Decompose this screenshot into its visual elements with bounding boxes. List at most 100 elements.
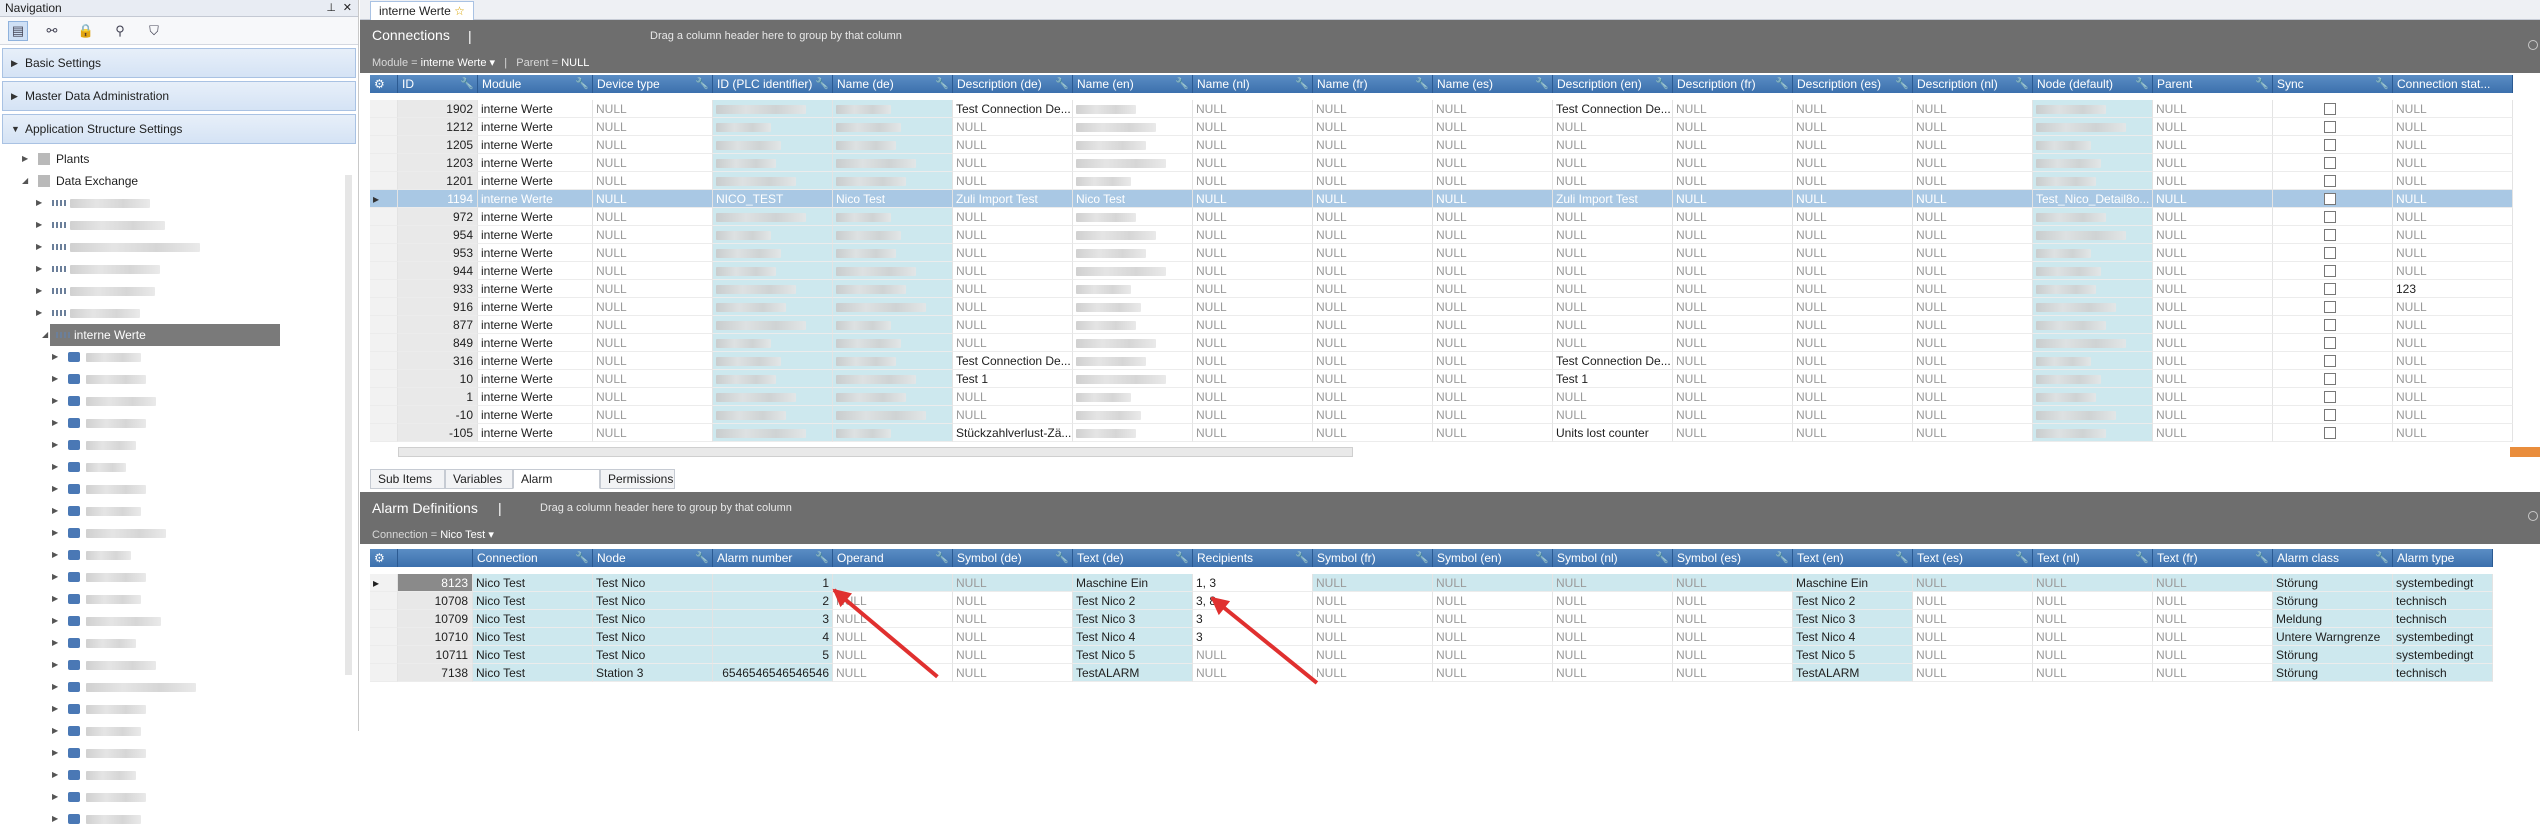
text_en-cell[interactable]: Maschine Ein <box>1793 574 1913 592</box>
column-header[interactable]: Operand 🔧 <box>833 549 953 567</box>
conn-cell[interactable]: NULL <box>2393 298 2513 316</box>
desc_en-cell[interactable]: NULL <box>1553 118 1673 136</box>
id-cell[interactable]: 1902 <box>398 100 478 118</box>
sync-cell[interactable] <box>2273 208 2393 226</box>
expand-icon[interactable]: ▶ <box>36 258 42 280</box>
expand-icon[interactable]: ▶ <box>36 302 42 324</box>
column-header[interactable]: Text (es) 🔧 <box>1913 549 2033 567</box>
id-cell[interactable]: 877 <box>398 316 478 334</box>
tree-item[interactable]: ▶ <box>0 478 340 500</box>
parent-cell[interactable]: NULL <box>2153 370 2273 388</box>
name_fr-cell[interactable]: NULL <box>1313 172 1433 190</box>
conn-cell[interactable]: NULL <box>2393 190 2513 208</box>
sym_de-cell[interactable]: NULL <box>953 574 1073 592</box>
table-row[interactable]: 1 interne Werte NULL NULL NULL NULL NULL NULL NU… <box>370 388 2540 406</box>
row-indicator[interactable] <box>370 118 398 136</box>
text_de-cell[interactable]: TestALARM <box>1073 664 1193 682</box>
column-header[interactable]: Description (es) 🔧 <box>1793 75 1913 93</box>
table-row[interactable]: 1205 interne Werte NULL NULL NULL NULL NULL NUL… <box>370 136 2540 154</box>
name_de-cell[interactable] <box>833 100 953 118</box>
tree-item[interactable]: ▶ <box>0 214 340 236</box>
conn-cell[interactable]: Nico Test <box>473 592 593 610</box>
desc_fr-cell[interactable]: NULL <box>1673 352 1793 370</box>
sym_nl-cell[interactable]: NULL <box>1553 574 1673 592</box>
name_nl-cell[interactable]: NULL <box>1193 316 1313 334</box>
desc_fr-cell[interactable]: NULL <box>1673 208 1793 226</box>
column-header[interactable]: Node (default) 🔧 <box>2033 75 2153 93</box>
name_fr-cell[interactable]: NULL <box>1313 280 1433 298</box>
plc-cell[interactable] <box>713 406 833 424</box>
id-cell[interactable]: 10710 <box>398 628 473 646</box>
desc_en-cell[interactable]: NULL <box>1553 406 1673 424</box>
operand-cell[interactable]: NULL <box>833 646 953 664</box>
name_es-cell[interactable]: NULL <box>1433 136 1553 154</box>
conn-cell[interactable]: NULL <box>2393 424 2513 442</box>
aclass-cell[interactable]: Störung <box>2273 646 2393 664</box>
table-row[interactable]: 10709 Nico Test Test Nico 3 NULL NULL Test Nic… <box>370 610 2540 628</box>
text_nl-cell[interactable]: NULL <box>2033 664 2153 682</box>
sync-cell[interactable] <box>2273 316 2393 334</box>
name_en-cell[interactable] <box>1073 154 1193 172</box>
name_de-cell[interactable] <box>833 280 953 298</box>
desc_de-cell[interactable]: NULL <box>953 208 1073 226</box>
desc_nl-cell[interactable]: NULL <box>1913 298 2033 316</box>
desc_es-cell[interactable]: NULL <box>1793 136 1913 154</box>
text_es-cell[interactable]: NULL <box>1913 592 2033 610</box>
text_nl-cell[interactable]: NULL <box>2033 610 2153 628</box>
column-header[interactable]: Module 🔧 <box>478 75 593 93</box>
module-cell[interactable]: interne Werte <box>478 334 593 352</box>
node-cell[interactable] <box>2033 352 2153 370</box>
expand-icon[interactable]: ▶ <box>52 720 58 742</box>
name_en-cell[interactable] <box>1073 100 1193 118</box>
sym_en-cell[interactable]: NULL <box>1433 628 1553 646</box>
expand-icon[interactable]: ▶ <box>52 676 58 698</box>
name_en-cell[interactable] <box>1073 352 1193 370</box>
text_nl-cell[interactable]: NULL <box>2033 646 2153 664</box>
desc_en-cell[interactable]: NULL <box>1553 154 1673 172</box>
name_en-cell[interactable] <box>1073 406 1193 424</box>
sym_fr-cell[interactable]: NULL <box>1313 646 1433 664</box>
module-cell[interactable]: interne Werte <box>478 262 593 280</box>
desc_nl-cell[interactable]: NULL <box>1913 118 2033 136</box>
sym_es-cell[interactable]: NULL <box>1673 628 1793 646</box>
text_en-cell[interactable]: Test Nico 5 <box>1793 646 1913 664</box>
expand-icon[interactable]: ▶ <box>36 236 42 258</box>
table-row[interactable]: 316 interne Werte NULL Test Connection De..… <box>370 352 2540 370</box>
column-header[interactable]: Recipients 🔧 <box>1193 549 1313 567</box>
plc-cell[interactable] <box>713 298 833 316</box>
module-cell[interactable]: interne Werte <box>478 100 593 118</box>
name_fr-cell[interactable]: NULL <box>1313 118 1433 136</box>
column-header[interactable]: Symbol (nl) 🔧 <box>1553 549 1673 567</box>
name_nl-cell[interactable]: NULL <box>1193 208 1313 226</box>
name_es-cell[interactable]: NULL <box>1433 424 1553 442</box>
parent-cell[interactable]: NULL <box>2153 190 2273 208</box>
column-header[interactable]: Name (es) 🔧 <box>1433 75 1553 93</box>
wrench-icon[interactable]: 🔧 <box>575 75 589 93</box>
desc_de-cell[interactable]: NULL <box>953 118 1073 136</box>
desc_es-cell[interactable]: NULL <box>1793 244 1913 262</box>
name_de-cell[interactable]: Nico Test <box>833 190 953 208</box>
desc_de-cell[interactable]: NULL <box>953 154 1073 172</box>
sync-checkbox[interactable] <box>2324 211 2336 223</box>
name_nl-cell[interactable]: NULL <box>1193 154 1313 172</box>
sym_en-cell[interactable]: NULL <box>1433 646 1553 664</box>
table-row[interactable]: ▸ 8123 Nico Test Test Nico 1 NULL Maschine Ein… <box>370 574 2540 592</box>
sync-checkbox[interactable] <box>2324 121 2336 133</box>
module-cell[interactable]: interne Werte <box>478 190 593 208</box>
device-cell[interactable]: NULL <box>593 190 713 208</box>
id-cell[interactable]: 8123 <box>398 574 473 592</box>
table-row[interactable]: 954 interne Werte NULL NULL NULL NULL NULL NULL… <box>370 226 2540 244</box>
desc_de-cell[interactable]: Zuli Import Test <box>953 190 1073 208</box>
wrench-icon[interactable]: 🔧 <box>1055 549 1069 567</box>
name_es-cell[interactable]: NULL <box>1433 118 1553 136</box>
row-indicator[interactable] <box>370 100 398 118</box>
plc-cell[interactable] <box>713 226 833 244</box>
name_de-cell[interactable] <box>833 352 953 370</box>
sync-checkbox[interactable] <box>2324 139 2336 151</box>
id-cell[interactable]: 933 <box>398 280 478 298</box>
name_es-cell[interactable]: NULL <box>1433 154 1553 172</box>
text_de-cell[interactable]: Test Nico 3 <box>1073 610 1193 628</box>
expand-icon[interactable]: ▶ <box>52 346 58 368</box>
name_fr-cell[interactable]: NULL <box>1313 262 1433 280</box>
name_fr-cell[interactable]: NULL <box>1313 136 1433 154</box>
